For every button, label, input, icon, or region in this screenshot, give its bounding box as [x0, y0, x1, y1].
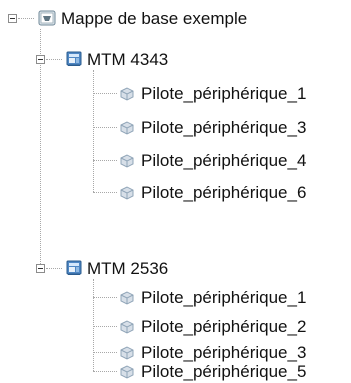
root-node-label[interactable]: Mappe de base exemple — [61, 9, 247, 29]
machine-type-icon — [66, 260, 82, 275]
driver-node-label[interactable]: Pilote_périphérique_6 — [141, 183, 306, 203]
machine-type-icon — [66, 51, 82, 66]
device-driver-icon — [120, 320, 134, 334]
driver-node-label[interactable]: Pilote_périphérique_3 — [141, 343, 306, 363]
tree-connector — [93, 352, 117, 353]
tree-connector — [93, 93, 117, 94]
tree-connector — [93, 192, 117, 193]
device-driver-icon — [120, 291, 134, 305]
tree-connector — [93, 279, 94, 371]
driver-node-label[interactable]: Pilote_périphérique_1 — [141, 288, 306, 308]
driver-node-label[interactable]: Pilote_périphérique_1 — [141, 84, 306, 104]
tree-connector — [93, 371, 117, 372]
tree-connector — [46, 268, 62, 269]
driver-node-label[interactable]: Pilote_périphérique_4 — [141, 151, 306, 171]
collapse-toggle-root[interactable] — [8, 14, 17, 23]
map-tree-view: Mappe de base exemple MTM 4343 Pilote_pé… — [0, 0, 351, 383]
tree-connector — [93, 297, 117, 298]
tree-connector — [93, 326, 117, 327]
device-driver-icon — [120, 121, 134, 135]
tree-connector — [93, 70, 94, 192]
driver-node-label[interactable]: Pilote_périphérique_3 — [141, 118, 306, 138]
device-driver-icon — [120, 87, 134, 101]
device-driver-icon — [120, 154, 134, 168]
device-driver-icon — [120, 365, 134, 379]
collapse-toggle-mtm-2536[interactable] — [36, 264, 45, 273]
tree-connector — [18, 18, 34, 19]
group-node-label-mtm-4343[interactable]: MTM 4343 — [87, 50, 168, 70]
tree-connector — [93, 160, 117, 161]
tree-connector — [93, 127, 117, 128]
device-driver-icon — [120, 186, 134, 200]
collapse-toggle-mtm-4343[interactable] — [36, 55, 45, 64]
device-driver-icon — [120, 346, 134, 360]
map-icon — [38, 10, 56, 26]
driver-node-label[interactable]: Pilote_périphérique_2 — [141, 317, 306, 337]
driver-node-label[interactable]: Pilote_périphérique_5 — [141, 362, 306, 382]
tree-connector — [46, 59, 62, 60]
tree-connector — [40, 29, 41, 268]
group-node-label-mtm-2536[interactable]: MTM 2536 — [87, 259, 168, 279]
